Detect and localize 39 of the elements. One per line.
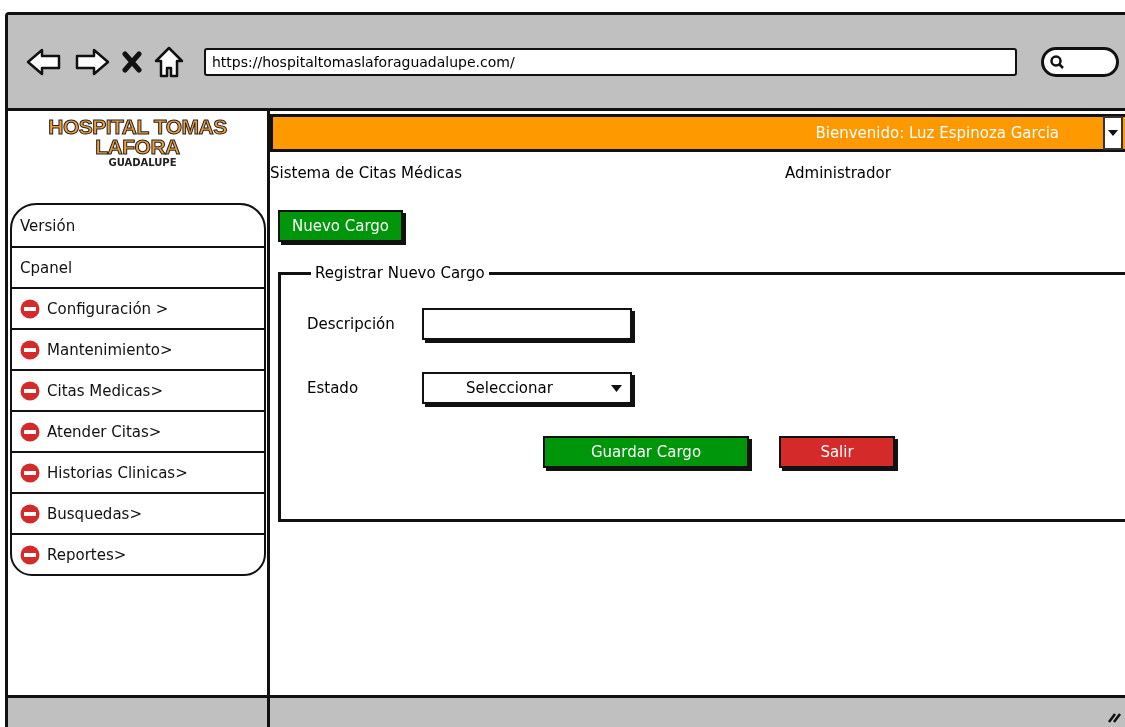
select-field[interactable]: Seleccionar bbox=[422, 372, 632, 404]
minus-circle-icon bbox=[20, 462, 40, 483]
menu-item[interactable]: Atender Citas> bbox=[12, 410, 264, 451]
search-field[interactable] bbox=[1041, 46, 1119, 77]
minus-circle-icon bbox=[20, 503, 40, 524]
minus-circle-icon bbox=[20, 380, 40, 401]
logo-subtitle: GUADALUPE bbox=[108, 157, 177, 168]
menu-item[interactable]: Cpanel bbox=[12, 246, 264, 287]
search-icon bbox=[1050, 54, 1064, 69]
form-legend: Registrar Nuevo Cargo bbox=[311, 264, 489, 282]
minus-circle-icon bbox=[20, 421, 40, 442]
welcome-text: Bienvenido: Luz Espinoza Garcia bbox=[815, 124, 1059, 142]
back-arrow-icon[interactable] bbox=[26, 46, 62, 77]
minus-circle-icon bbox=[20, 298, 40, 319]
forward-arrow-icon[interactable] bbox=[74, 46, 110, 77]
exit-button[interactable]: Salir bbox=[779, 436, 895, 468]
menu-item[interactable]: Reportes> bbox=[12, 533, 264, 574]
menu-item[interactable]: Versión bbox=[12, 205, 264, 246]
menu-item[interactable]: Mantenimiento> bbox=[12, 328, 264, 369]
caret-icon bbox=[611, 384, 622, 392]
menu-item[interactable]: Historias Clinicas> bbox=[12, 451, 264, 492]
field-label: Estado bbox=[307, 379, 360, 397]
logo-title: HOSPITAL TOMAS LAFORA bbox=[47, 117, 228, 157]
address-bar[interactable]: https://hospitaltomaslaforaguadalupe.com/ bbox=[204, 47, 1017, 76]
caret-icon bbox=[1108, 130, 1118, 136]
user-role: Administrador bbox=[785, 164, 891, 182]
new-cargo-button[interactable]: Nuevo Cargo bbox=[278, 210, 404, 242]
close-icon[interactable] bbox=[122, 50, 142, 73]
field-label: Descripción bbox=[307, 315, 396, 333]
menu-item[interactable]: Configuración > bbox=[12, 287, 264, 328]
user-dropdown[interactable] bbox=[1103, 116, 1123, 150]
save-button[interactable]: Guardar Cargo bbox=[543, 436, 749, 468]
minus-circle-icon bbox=[20, 339, 40, 360]
system-title: Sistema de Citas Médicas bbox=[270, 164, 464, 182]
home-icon[interactable] bbox=[154, 45, 184, 78]
input-field[interactable] bbox=[422, 308, 632, 340]
menu-item[interactable]: Citas Medicas> bbox=[12, 369, 264, 410]
minus-circle-icon bbox=[20, 544, 40, 565]
menu-item[interactable]: Busquedas> bbox=[12, 492, 264, 533]
